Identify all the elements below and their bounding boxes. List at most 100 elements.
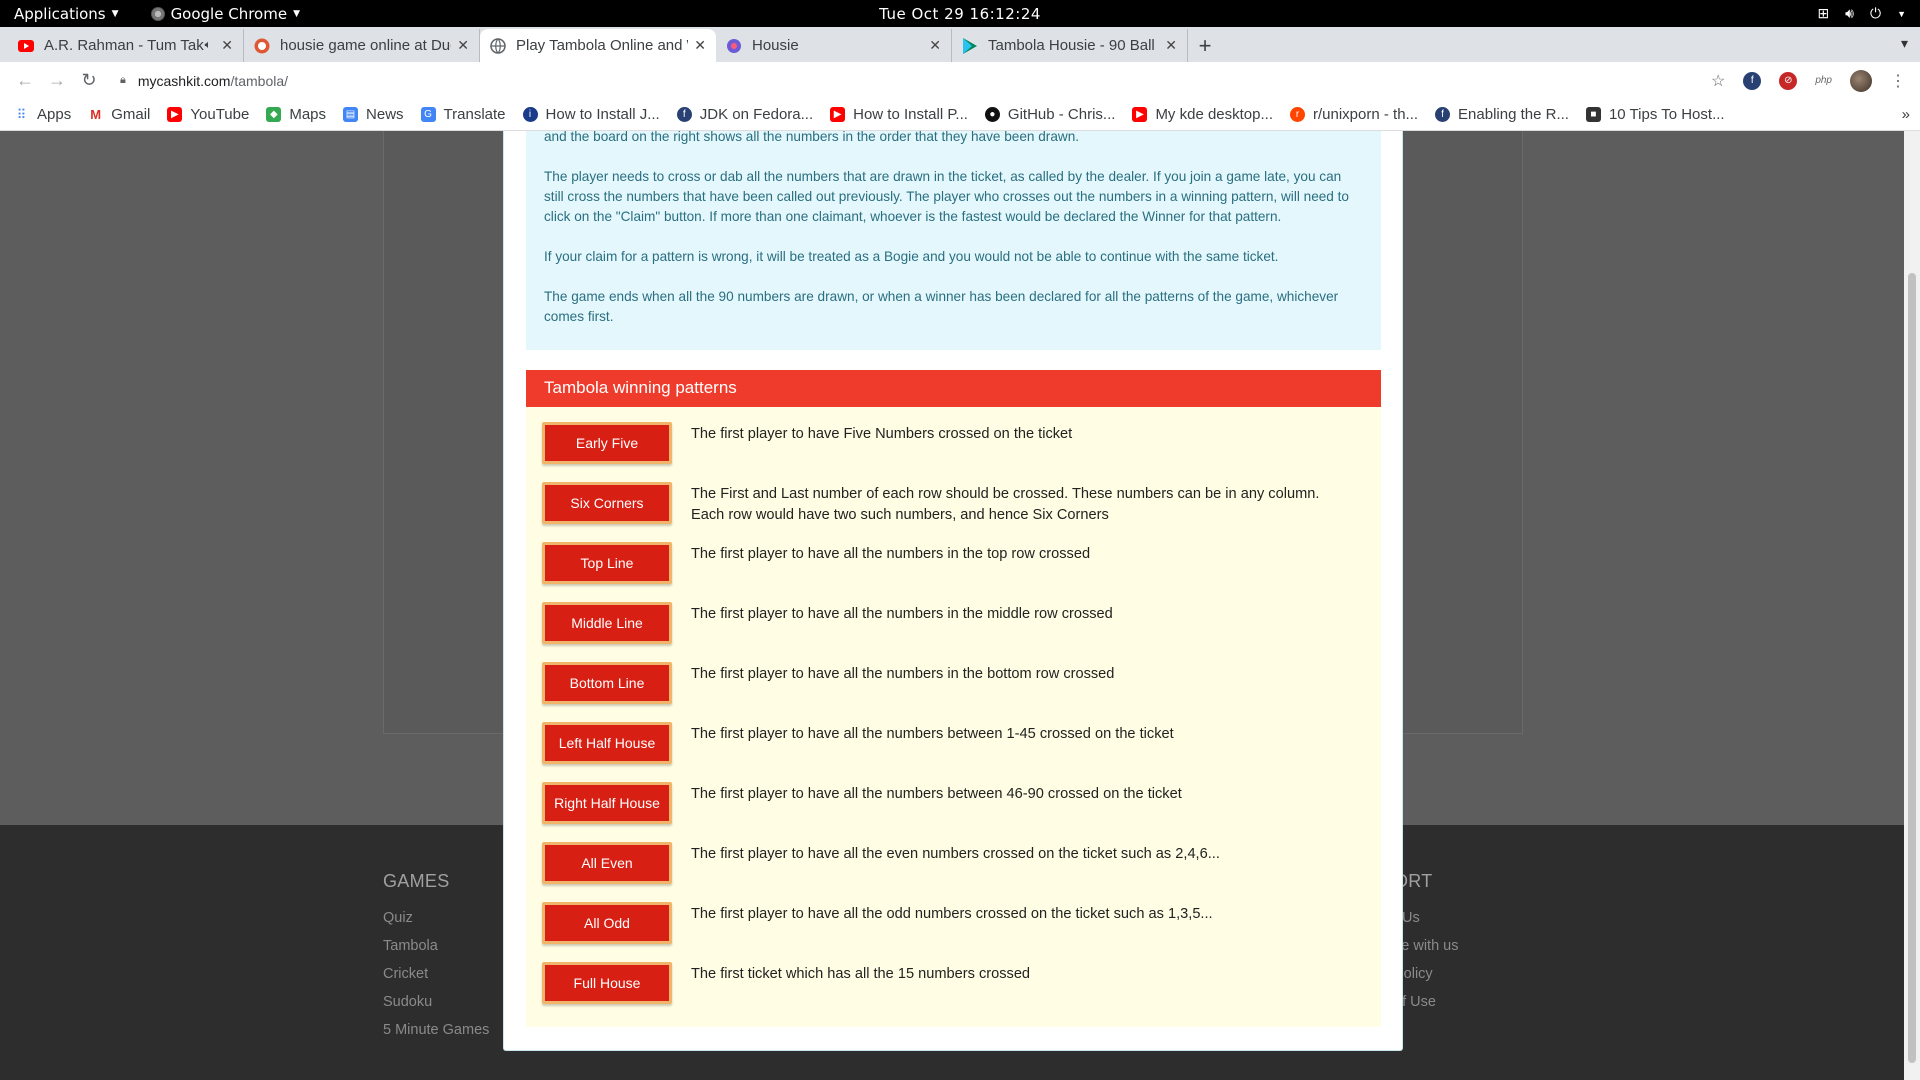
tab-title: Play Tambola Online and W: [516, 37, 689, 54]
pattern-button-left-half-house[interactable]: Left Half House: [542, 722, 672, 764]
profile-avatar[interactable]: [1850, 69, 1872, 92]
php-extension-icon[interactable]: php: [1815, 75, 1832, 86]
pattern-button-early-five[interactable]: Early Five: [542, 422, 672, 464]
pattern-description: The first player to have all the numbers…: [691, 666, 1115, 682]
chevron-down-icon: ▼: [1897, 8, 1906, 19]
pattern-description: The first player to have all the numbers…: [691, 606, 1113, 622]
system-top-bar: Applications ▼ Google Chrome ▼ Tue Oct 2…: [0, 0, 1920, 27]
close-icon[interactable]: ✕: [1165, 37, 1177, 54]
patterns-heading: Tambola winning patterns: [526, 370, 1381, 407]
scrollbar-thumb[interactable]: [1908, 273, 1916, 1063]
browser-toolbar: ← → ↻ 🔒︎ mycashkit.com/tambola/ ☆ f ⊘ ph…: [0, 62, 1920, 99]
app-menu-label: Google Chrome: [170, 4, 288, 23]
footer-games-heading: GAMES: [383, 871, 450, 891]
pattern-button-six-corners[interactable]: Six Corners: [542, 482, 672, 524]
close-icon[interactable]: ✕: [694, 37, 706, 54]
reddit-icon: r: [1290, 107, 1305, 122]
rules-paragraph: and the board on the right shows all the…: [544, 131, 1080, 144]
menu-kebab-icon[interactable]: ⋮: [1890, 71, 1906, 91]
close-icon[interactable]: ✕: [929, 37, 941, 54]
footer-support-column: ORT t Us se with us Policy of Use: [1394, 871, 1458, 1016]
bookmark-item[interactable]: f JDK on Fedora...: [676, 106, 813, 123]
pattern-button-all-odd[interactable]: All Odd: [542, 902, 672, 944]
youtube-icon: ▶: [830, 107, 846, 122]
fedora-extension-icon[interactable]: f: [1743, 71, 1762, 90]
pattern-description: The first ticket which has all the 15 nu…: [691, 966, 1031, 982]
pattern-description: The first player to have all the numbers…: [691, 726, 1174, 742]
footer-link[interactable]: of Use: [1394, 988, 1458, 1016]
footer-link[interactable]: se with us: [1394, 932, 1458, 960]
footer-link[interactable]: Sudoku: [383, 988, 489, 1016]
reload-button[interactable]: ↻: [74, 66, 104, 96]
tab-title: Tambola Housie - 90 Ball Bi: [988, 37, 1160, 54]
tab-title: A.R. Rahman - Tum Tak: [44, 37, 204, 54]
back-button[interactable]: ←: [10, 66, 40, 96]
pattern-button-middle-line[interactable]: Middle Line: [542, 602, 672, 644]
tab-title: Housie: [752, 37, 799, 54]
browser-tab[interactable]: Housie ✕: [716, 29, 952, 62]
bookmark-item[interactable]: ■ 10 Tips To Host...: [1585, 106, 1725, 123]
rules-paragraph: The game ends when all the 90 numbers ar…: [544, 289, 1339, 324]
forward-button[interactable]: →: [42, 66, 72, 96]
youtube-icon: ▶: [1132, 107, 1148, 122]
chevron-down-icon: ▼: [293, 8, 300, 19]
browser-tab-active[interactable]: Play Tambola Online and W ✕: [480, 29, 716, 62]
app-menu[interactable]: Google Chrome ▼: [133, 5, 314, 23]
blocker-extension-icon[interactable]: ⊘: [1779, 71, 1798, 90]
address-bar[interactable]: 🔒︎ mycashkit.com/tambola/: [120, 66, 1711, 96]
footer-link[interactable]: Quiz: [383, 904, 489, 932]
bookmark-item[interactable]: r r/unixporn - th...: [1290, 106, 1418, 123]
pattern-button-bottom-line[interactable]: Bottom Line: [542, 662, 672, 704]
bookmark-item[interactable]: ▤ News: [343, 106, 404, 123]
bookmark-item[interactable]: ⠿ Apps: [14, 106, 71, 123]
pattern-button-full-house[interactable]: Full House: [542, 962, 672, 1004]
pattern-description: The First and Last number of each row sh…: [691, 486, 1320, 523]
page-viewport: GAMES Quiz Tambola Cricket Sudoku 5 Minu…: [0, 131, 1904, 1080]
bookmark-item[interactable]: ◆ Maps: [266, 106, 326, 123]
browser-tab[interactable]: housie game online at Duc ✕: [244, 29, 480, 62]
page-scrollbar[interactable]: [1904, 131, 1920, 1080]
pattern-description: The first player to have all the even nu…: [691, 846, 1220, 862]
how-to-play-modal: and the board on the right shows all the…: [503, 131, 1403, 1051]
github-icon: ●: [984, 107, 1000, 122]
footer-link[interactable]: Policy: [1394, 960, 1458, 988]
bookmark-item[interactable]: G Translate: [420, 106, 506, 123]
close-icon[interactable]: ✕: [457, 37, 469, 54]
youtube-icon: [18, 38, 34, 54]
more-bookmarks-icon[interactable]: »: [1902, 106, 1910, 123]
bookmark-star-icon[interactable]: ☆: [1711, 71, 1725, 91]
bookmark-item[interactable]: ▶ My kde desktop...: [1132, 106, 1273, 123]
bookmark-item[interactable]: ● GitHub - Chris...: [984, 106, 1115, 123]
pattern-description: The first player to have all the numbers…: [691, 546, 1091, 562]
pattern-button-top-line[interactable]: Top Line: [542, 542, 672, 584]
globe-icon: [490, 37, 506, 54]
applications-menu[interactable]: Applications ▼: [0, 5, 133, 23]
bookmark-item[interactable]: i How to Install J...: [522, 106, 660, 123]
youtube-icon: ▶: [167, 107, 183, 122]
bookmark-item[interactable]: ▶ YouTube: [167, 106, 249, 123]
tab-search-icon[interactable]: ▾: [1901, 35, 1908, 52]
browser-tab[interactable]: Tambola Housie - 90 Ball Bi ✕: [952, 29, 1188, 62]
footer-link[interactable]: Cricket: [383, 960, 489, 988]
network-icon: ⊞: [1817, 5, 1830, 21]
pattern-description: The first player to have all the odd num…: [691, 906, 1213, 922]
lock-icon[interactable]: 🔒︎: [120, 74, 126, 87]
bookmark-item[interactable]: f Enabling the R...: [1435, 106, 1569, 123]
clock[interactable]: Tue Oct 29 16:12:24: [879, 5, 1041, 23]
close-icon[interactable]: ✕: [221, 37, 233, 54]
footer-link[interactable]: 5 Minute Games: [383, 1016, 489, 1044]
audio-playing-icon[interactable]: 🔈︎: [205, 39, 212, 52]
url-domain: mycashkit.com: [137, 72, 231, 89]
tab-strip: A.R. Rahman - Tum Tak 🔈︎ ✕ housie game o…: [0, 27, 1920, 62]
new-tab-button[interactable]: +: [1188, 29, 1222, 62]
fedora-icon: f: [676, 107, 692, 122]
footer-link[interactable]: t Us: [1394, 904, 1458, 932]
footer-link[interactable]: Tambola: [383, 932, 489, 960]
bookmark-item[interactable]: M Gmail: [88, 106, 150, 123]
bookmark-item[interactable]: ▶ How to Install P...: [830, 106, 968, 123]
browser-tab[interactable]: A.R. Rahman - Tum Tak 🔈︎ ✕: [8, 29, 244, 62]
system-tray[interactable]: ⊞ 🔊︎ ⏻ ▼: [1817, 5, 1906, 22]
pattern-button-right-half-house[interactable]: Right Half House: [542, 782, 672, 824]
footer-support-heading: ORT: [1394, 871, 1433, 891]
pattern-button-all-even[interactable]: All Even: [542, 842, 672, 884]
